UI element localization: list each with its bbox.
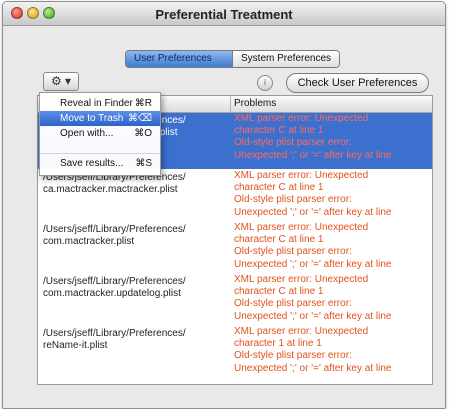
menu-item-save-results[interactable]: Save results... ⌘S: [40, 156, 160, 171]
menu-separator: [40, 153, 160, 154]
info-icon: i: [264, 78, 266, 87]
table-row[interactable]: /Users/jseff/Library/Preferences/ reName…: [38, 326, 432, 382]
row-path: /Users/jseff/Library/Preferences/ com.ma…: [43, 276, 186, 299]
table-row[interactable]: /Users/jseff/Library/Preferences/ ca.mac…: [38, 170, 432, 222]
column-divider: [230, 96, 231, 112]
row-path: /Users/jseff/Library/Preferences/ reName…: [43, 328, 186, 351]
menu-item-reveal-in-finder[interactable]: Reveal in Finder ⌘R: [40, 96, 160, 111]
title-bar: Preferential Treatment: [3, 2, 445, 26]
menu-item-open-with[interactable]: Open with... ⌘O: [40, 126, 160, 141]
window-title: Preferential Treatment: [155, 7, 293, 22]
tab-system-preferences[interactable]: System Preferences: [232, 51, 340, 67]
shortcut-label: ⌘O: [134, 128, 152, 139]
app-window: Preferential Treatment User Preferences …: [2, 1, 446, 409]
menu-item-move-to-trash[interactable]: Move to Trash ⌘⌫: [40, 111, 160, 126]
row-problems: XML parser error: Unexpected character C…: [234, 170, 392, 218]
row-problems: XML parser error: Unexpected character C…: [234, 222, 392, 270]
row-problems: XML parser error: Unexpected character 1…: [234, 326, 392, 374]
shortcut-label: ⌘R: [134, 98, 152, 109]
shortcut-label: ⌘S: [135, 158, 152, 169]
action-menu-button[interactable]: ⚙ ▾: [43, 72, 79, 91]
gear-icon: ⚙ ▾: [50, 74, 72, 88]
row-problems: XML parser error: Unexpected character C…: [234, 274, 392, 322]
check-user-preferences-button[interactable]: Check User Preferences: [286, 73, 429, 93]
table-row[interactable]: /Users/jseff/Library/Preferences/ com.ma…: [38, 274, 432, 326]
tab-user-preferences[interactable]: User Preferences: [126, 51, 232, 67]
column-header-problems[interactable]: Problems: [234, 98, 276, 109]
row-path: /Users/jseff/Library/Preferences/ com.ma…: [43, 224, 186, 247]
preferences-segmented-control: User Preferences System Preferences: [125, 50, 341, 68]
info-button[interactable]: i: [257, 75, 273, 91]
action-context-menu: Reveal in Finder ⌘R Move to Trash ⌘⌫ Ope…: [39, 92, 161, 176]
row-problems: XML parser error: Unexpected character C…: [234, 113, 392, 161]
table-row[interactable]: /Users/jseff/Library/Preferences/ com.ma…: [38, 222, 432, 274]
shortcut-label: ⌘⌫: [127, 113, 152, 124]
